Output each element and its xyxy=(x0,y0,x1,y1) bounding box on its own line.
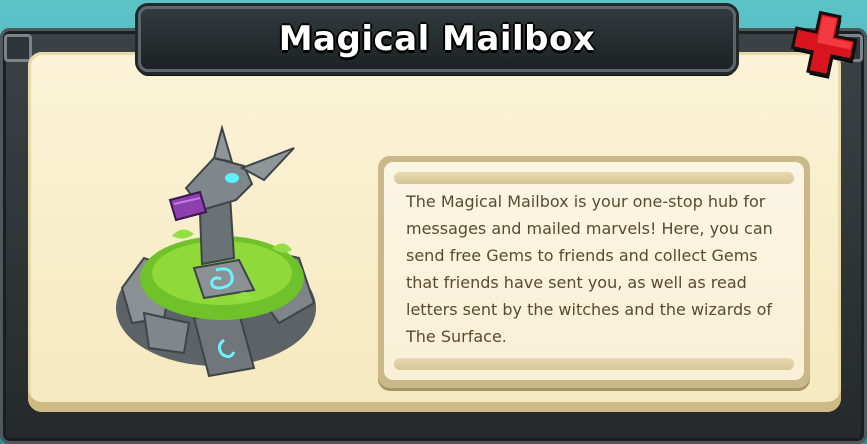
description-box: The Magical Mailbox is your one-stop hub… xyxy=(378,156,810,388)
close-x-icon xyxy=(790,10,858,79)
frame-corner-ornament xyxy=(4,34,32,62)
description-top-strip xyxy=(394,172,794,184)
description-panel: The Magical Mailbox is your one-stop hub… xyxy=(384,162,804,380)
dialog-title: Magical Mailbox xyxy=(278,19,596,59)
description-bottom-strip xyxy=(394,358,794,370)
description-text: The Magical Mailbox is your one-stop hub… xyxy=(406,192,773,346)
title-banner: Magical Mailbox xyxy=(138,6,736,72)
close-button[interactable] xyxy=(788,8,860,80)
mailbox-illustration xyxy=(104,118,336,386)
